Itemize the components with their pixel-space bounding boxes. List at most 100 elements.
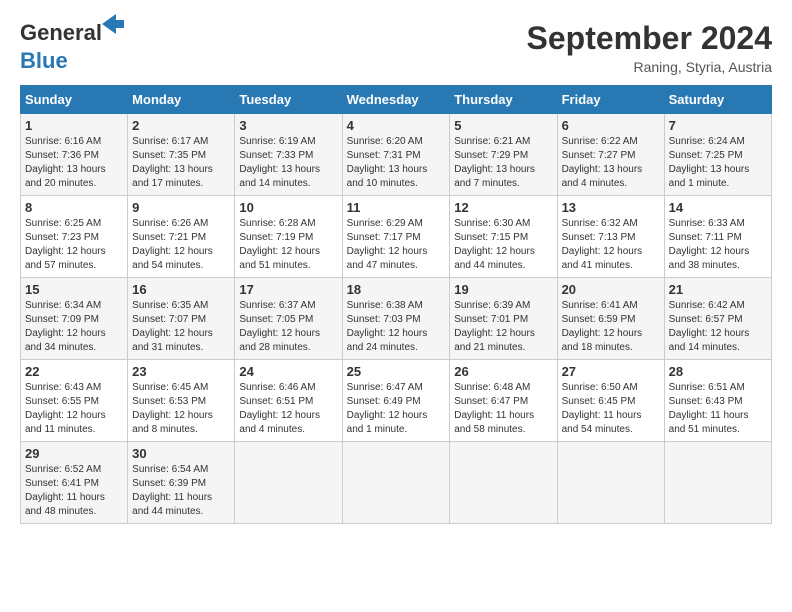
sunrise-label: Sunrise: 6:37 AM [239,300,315,311]
day-info: Sunrise: 6:30 AM Sunset: 7:15 PM Dayligh… [454,217,552,273]
sunset-label: Sunset: 6:47 PM [454,396,528,407]
sunrise-label: Sunrise: 6:45 AM [132,382,208,393]
sunrise-label: Sunrise: 6:50 AM [562,382,638,393]
sunrise-label: Sunrise: 6:43 AM [25,382,101,393]
sunrise-label: Sunrise: 6:28 AM [239,218,315,229]
day-info: Sunrise: 6:37 AM Sunset: 7:05 PM Dayligh… [239,299,337,355]
day-info: Sunrise: 6:25 AM Sunset: 7:23 PM Dayligh… [25,217,123,273]
day-number: 14 [669,200,767,215]
sunset-label: Sunset: 7:07 PM [132,314,206,325]
calendar-week-row: 1 Sunrise: 6:16 AM Sunset: 7:36 PM Dayli… [21,114,772,196]
logo-text-blue: Blue [20,48,68,73]
day-info: Sunrise: 6:43 AM Sunset: 6:55 PM Dayligh… [25,381,123,437]
day-number: 7 [669,118,767,133]
calendar-cell: 7 Sunrise: 6:24 AM Sunset: 7:25 PM Dayli… [664,114,771,196]
daylight-label: Daylight: 12 hours and 11 minutes. [25,410,106,435]
day-number: 21 [669,282,767,297]
sunset-label: Sunset: 7:25 PM [669,150,743,161]
daylight-label: Daylight: 13 hours and 20 minutes. [25,164,106,189]
calendar-cell: 15 Sunrise: 6:34 AM Sunset: 7:09 PM Dayl… [21,278,128,360]
day-info: Sunrise: 6:21 AM Sunset: 7:29 PM Dayligh… [454,135,552,191]
calendar-cell: 4 Sunrise: 6:20 AM Sunset: 7:31 PM Dayli… [342,114,450,196]
sunset-label: Sunset: 7:13 PM [562,232,636,243]
calendar-cell: 8 Sunrise: 6:25 AM Sunset: 7:23 PM Dayli… [21,196,128,278]
daylight-label: Daylight: 12 hours and 51 minutes. [239,246,320,271]
day-info: Sunrise: 6:24 AM Sunset: 7:25 PM Dayligh… [669,135,767,191]
sunrise-label: Sunrise: 6:33 AM [669,218,745,229]
sunset-label: Sunset: 7:36 PM [25,150,99,161]
sunset-label: Sunset: 6:57 PM [669,314,743,325]
sunset-label: Sunset: 6:43 PM [669,396,743,407]
day-info: Sunrise: 6:51 AM Sunset: 6:43 PM Dayligh… [669,381,767,437]
daylight-label: Daylight: 12 hours and 28 minutes. [239,328,320,353]
calendar-cell: 29 Sunrise: 6:52 AM Sunset: 6:41 PM Dayl… [21,442,128,524]
calendar-week-row: 29 Sunrise: 6:52 AM Sunset: 6:41 PM Dayl… [21,442,772,524]
day-info: Sunrise: 6:22 AM Sunset: 7:27 PM Dayligh… [562,135,660,191]
sunset-label: Sunset: 7:15 PM [454,232,528,243]
sunset-label: Sunset: 7:11 PM [669,232,742,243]
calendar-table: SundayMondayTuesdayWednesdayThursdayFrid… [20,85,772,524]
sunset-label: Sunset: 7:17 PM [347,232,421,243]
day-info: Sunrise: 6:54 AM Sunset: 6:39 PM Dayligh… [132,463,230,519]
sunset-label: Sunset: 7:27 PM [562,150,636,161]
calendar-cell: 28 Sunrise: 6:51 AM Sunset: 6:43 PM Dayl… [664,360,771,442]
day-number: 2 [132,118,230,133]
day-number: 23 [132,364,230,379]
daylight-label: Daylight: 12 hours and 54 minutes. [132,246,213,271]
day-number: 1 [25,118,123,133]
calendar-day-header-saturday: Saturday [664,86,771,114]
sunset-label: Sunset: 6:59 PM [562,314,636,325]
daylight-label: Daylight: 13 hours and 14 minutes. [239,164,320,189]
sunrise-label: Sunrise: 6:29 AM [347,218,423,229]
daylight-label: Daylight: 12 hours and 4 minutes. [239,410,320,435]
day-number: 20 [562,282,660,297]
sunset-label: Sunset: 7:33 PM [239,150,313,161]
sunset-label: Sunset: 6:49 PM [347,396,421,407]
sunset-label: Sunset: 7:01 PM [454,314,528,325]
calendar-cell: 5 Sunrise: 6:21 AM Sunset: 7:29 PM Dayli… [450,114,557,196]
calendar-cell [450,442,557,524]
daylight-label: Daylight: 13 hours and 7 minutes. [454,164,535,189]
day-number: 30 [132,446,230,461]
calendar-cell: 25 Sunrise: 6:47 AM Sunset: 6:49 PM Dayl… [342,360,450,442]
sunset-label: Sunset: 7:03 PM [347,314,421,325]
day-info: Sunrise: 6:20 AM Sunset: 7:31 PM Dayligh… [347,135,446,191]
sunrise-label: Sunrise: 6:46 AM [239,382,315,393]
sunrise-label: Sunrise: 6:38 AM [347,300,423,311]
daylight-label: Daylight: 11 hours and 44 minutes. [132,492,212,517]
title-block: September 2024 Raning, Styria, Austria [527,20,772,75]
day-number: 13 [562,200,660,215]
daylight-label: Daylight: 12 hours and 8 minutes. [132,410,213,435]
sunrise-label: Sunrise: 6:48 AM [454,382,530,393]
calendar-header-row: SundayMondayTuesdayWednesdayThursdayFrid… [21,86,772,114]
day-number: 11 [347,200,446,215]
calendar-cell: 27 Sunrise: 6:50 AM Sunset: 6:45 PM Dayl… [557,360,664,442]
day-number: 3 [239,118,337,133]
calendar-week-row: 8 Sunrise: 6:25 AM Sunset: 7:23 PM Dayli… [21,196,772,278]
sunrise-label: Sunrise: 6:47 AM [347,382,423,393]
sunset-label: Sunset: 7:29 PM [454,150,528,161]
calendar-cell: 1 Sunrise: 6:16 AM Sunset: 7:36 PM Dayli… [21,114,128,196]
calendar-cell: 2 Sunrise: 6:17 AM Sunset: 7:35 PM Dayli… [128,114,235,196]
calendar-cell: 11 Sunrise: 6:29 AM Sunset: 7:17 PM Dayl… [342,196,450,278]
sunrise-label: Sunrise: 6:25 AM [25,218,101,229]
daylight-label: Daylight: 12 hours and 14 minutes. [669,328,750,353]
calendar-cell: 18 Sunrise: 6:38 AM Sunset: 7:03 PM Dayl… [342,278,450,360]
calendar-cell: 22 Sunrise: 6:43 AM Sunset: 6:55 PM Dayl… [21,360,128,442]
day-number: 25 [347,364,446,379]
sunset-label: Sunset: 7:19 PM [239,232,313,243]
day-number: 16 [132,282,230,297]
calendar-cell: 6 Sunrise: 6:22 AM Sunset: 7:27 PM Dayli… [557,114,664,196]
sunrise-label: Sunrise: 6:35 AM [132,300,208,311]
day-info: Sunrise: 6:28 AM Sunset: 7:19 PM Dayligh… [239,217,337,273]
calendar-cell: 16 Sunrise: 6:35 AM Sunset: 7:07 PM Dayl… [128,278,235,360]
daylight-label: Daylight: 12 hours and 24 minutes. [347,328,428,353]
sunset-label: Sunset: 7:05 PM [239,314,313,325]
day-number: 28 [669,364,767,379]
sunset-label: Sunset: 7:09 PM [25,314,99,325]
sunrise-label: Sunrise: 6:21 AM [454,136,530,147]
day-number: 29 [25,446,123,461]
calendar-cell: 30 Sunrise: 6:54 AM Sunset: 6:39 PM Dayl… [128,442,235,524]
sunset-label: Sunset: 7:21 PM [132,232,206,243]
daylight-label: Daylight: 12 hours and 47 minutes. [347,246,428,271]
